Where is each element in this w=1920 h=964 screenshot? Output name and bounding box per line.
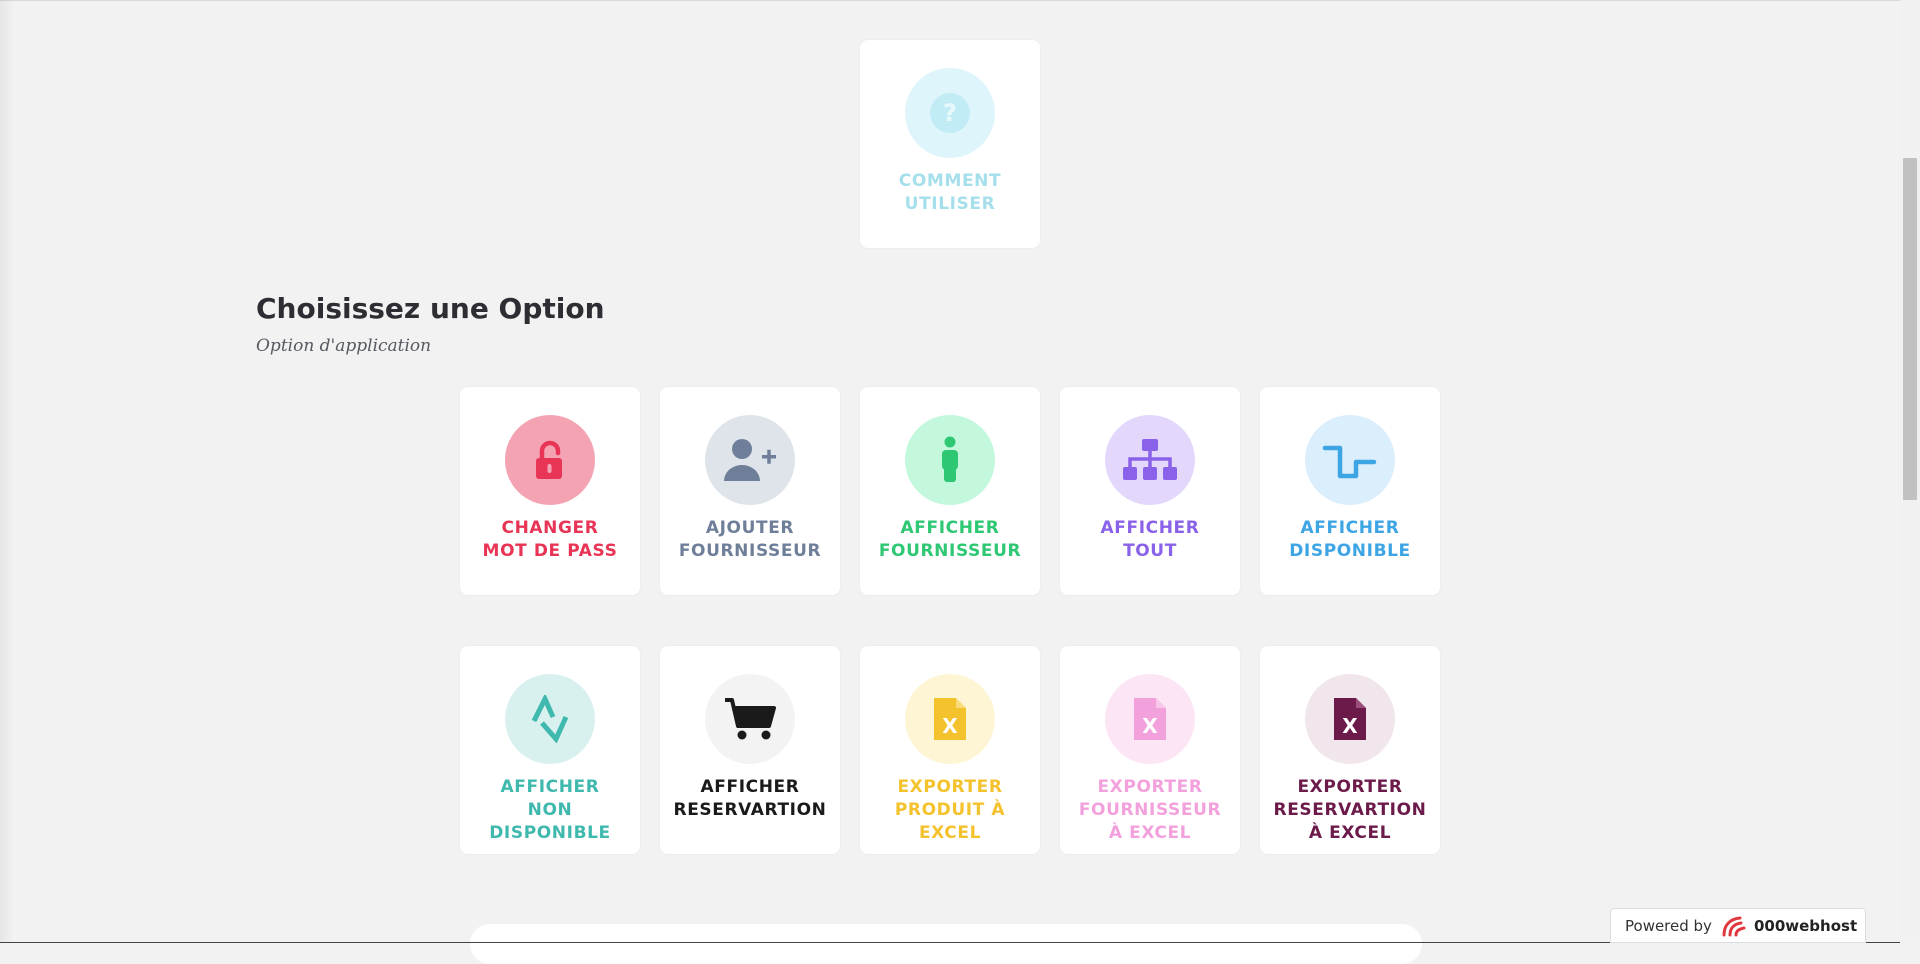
option-label: EXPORTER RESERVARTION À EXCEL: [1260, 776, 1440, 845]
option-label-line2: RESERVARTION: [673, 800, 827, 820]
powered-by-text: Powered by: [1625, 916, 1712, 935]
option-label-line2: DISPONIBLE: [1289, 541, 1411, 561]
person-icon: [942, 436, 958, 482]
icon-circle: [505, 674, 595, 764]
option-label-line1: AFFICHER: [700, 777, 800, 797]
option-label-line1: AFFICHER: [1100, 518, 1200, 538]
section-subtitle: Option d'application: [256, 336, 432, 356]
option-label-line1: AFFICHER: [900, 518, 1000, 538]
excel-file-icon: X: [1134, 698, 1166, 740]
question-circle-icon: ?: [930, 93, 970, 133]
icon-circle: [705, 674, 795, 764]
icon-circle: X: [1105, 674, 1195, 764]
option-label: AFFICHER DISPONIBLE: [1260, 517, 1440, 563]
next-section-card: [470, 924, 1422, 964]
option-card-changer-mot-de-pass[interactable]: CHANGER MOT DE PASS: [460, 387, 640, 595]
icon-circle: ?: [905, 68, 995, 158]
option-label-line3: EXCEL: [918, 823, 982, 843]
option-card-ajouter-fournisseur[interactable]: AJOUTER FOURNISSEUR: [660, 387, 840, 595]
option-label-line1: EXPORTER: [1097, 777, 1203, 797]
option-label: EXPORTER PRODUIT À EXCEL: [860, 776, 1040, 845]
option-label: AJOUTER FOURNISSEUR: [660, 517, 840, 563]
excel-file-icon: X: [1334, 698, 1366, 740]
option-label-line2: PRODUIT À: [894, 800, 1006, 820]
left-shadow: [0, 0, 14, 943]
option-label-line1: AJOUTER: [705, 518, 795, 538]
option-card-afficher-fournisseur[interactable]: AFFICHER FOURNISSEUR: [860, 387, 1040, 595]
option-label-line2: NON: [527, 800, 573, 820]
icon-circle: [1105, 415, 1195, 505]
sitemap-icon: [1123, 439, 1177, 480]
powered-by-brand: 000webhost: [1753, 916, 1858, 935]
scrollbar-thumb[interactable]: [1903, 158, 1917, 500]
cart-icon: [725, 698, 776, 740]
powered-by-badge[interactable]: Powered by 000webhost: [1610, 908, 1866, 943]
option-label-line1: CHANGER: [501, 518, 599, 538]
option-card-exporter-reservartion[interactable]: X EXPORTER RESERVARTION À EXCEL: [1260, 646, 1440, 854]
icon-circle: X: [1305, 674, 1395, 764]
option-label-line3: À EXCEL: [1108, 823, 1192, 843]
option-card-comment-utiliser[interactable]: ? COMMENT UTILISER: [860, 40, 1040, 248]
option-label-line3: À EXCEL: [1308, 823, 1392, 843]
option-card-afficher-reservartion[interactable]: AFFICHER RESERVARTION: [660, 646, 840, 854]
option-label: AFFICHER RESERVARTION: [660, 776, 840, 822]
option-label-line1: EXPORTER: [897, 777, 1003, 797]
option-label-line2: RESERVARTION: [1273, 800, 1427, 820]
icon-circle: X: [905, 674, 995, 764]
svg-text:X: X: [1142, 714, 1158, 738]
option-label-line3: DISPONIBLE: [489, 823, 611, 843]
option-label-line2: UTILISER: [904, 194, 996, 214]
option-label: CHANGER MOT DE PASS: [460, 517, 640, 563]
option-card-afficher-disponible[interactable]: AFFICHER DISPONIBLE: [1260, 387, 1440, 595]
option-label: COMMENT UTILISER: [860, 170, 1040, 216]
icon-circle: [705, 415, 795, 505]
option-label-line2: FOURNISSEUR: [678, 541, 822, 561]
option-label: AFFICHER FOURNISSEUR: [860, 517, 1040, 563]
section-title: Choisissez une Option: [256, 292, 605, 325]
svg-text:X: X: [942, 714, 958, 738]
option-label-line2: TOUT: [1123, 541, 1177, 561]
svg-text:X: X: [1342, 714, 1358, 738]
option-card-afficher-tout[interactable]: AFFICHER TOUT: [1060, 387, 1240, 595]
unlock-icon: [536, 440, 562, 479]
option-label-line1: COMMENT: [898, 171, 1002, 191]
option-label-line2: FOURNISSEUR: [878, 541, 1022, 561]
option-label-line1: AFFICHER: [1300, 518, 1400, 538]
option-card-exporter-fournisseur[interactable]: X EXPORTER FOURNISSEUR À EXCEL: [1060, 646, 1240, 854]
square-wave-icon: [1322, 445, 1377, 479]
option-card-exporter-produit[interactable]: X EXPORTER PRODUIT À EXCEL: [860, 646, 1040, 854]
user-plus-icon: [724, 439, 776, 481]
icon-circle: [1305, 415, 1395, 505]
option-label: AFFICHER TOUT: [1060, 517, 1240, 563]
webhost-logo-icon: [1722, 916, 1746, 936]
activity-icon: [531, 695, 569, 743]
option-card-afficher-non-disponible[interactable]: AFFICHER NON DISPONIBLE: [460, 646, 640, 854]
option-label-line1: EXPORTER: [1297, 777, 1403, 797]
option-label-line2: MOT DE PASS: [482, 541, 618, 561]
option-label: EXPORTER FOURNISSEUR À EXCEL: [1060, 776, 1240, 845]
option-label-line2: FOURNISSEUR: [1078, 800, 1222, 820]
svg-text:?: ?: [943, 99, 957, 127]
excel-file-icon: X: [934, 698, 966, 740]
option-label: AFFICHER NON DISPONIBLE: [460, 776, 640, 845]
icon-circle: [505, 415, 595, 505]
icon-circle: [905, 415, 995, 505]
option-label-line1: AFFICHER: [500, 777, 600, 797]
top-border: [0, 0, 1920, 1]
